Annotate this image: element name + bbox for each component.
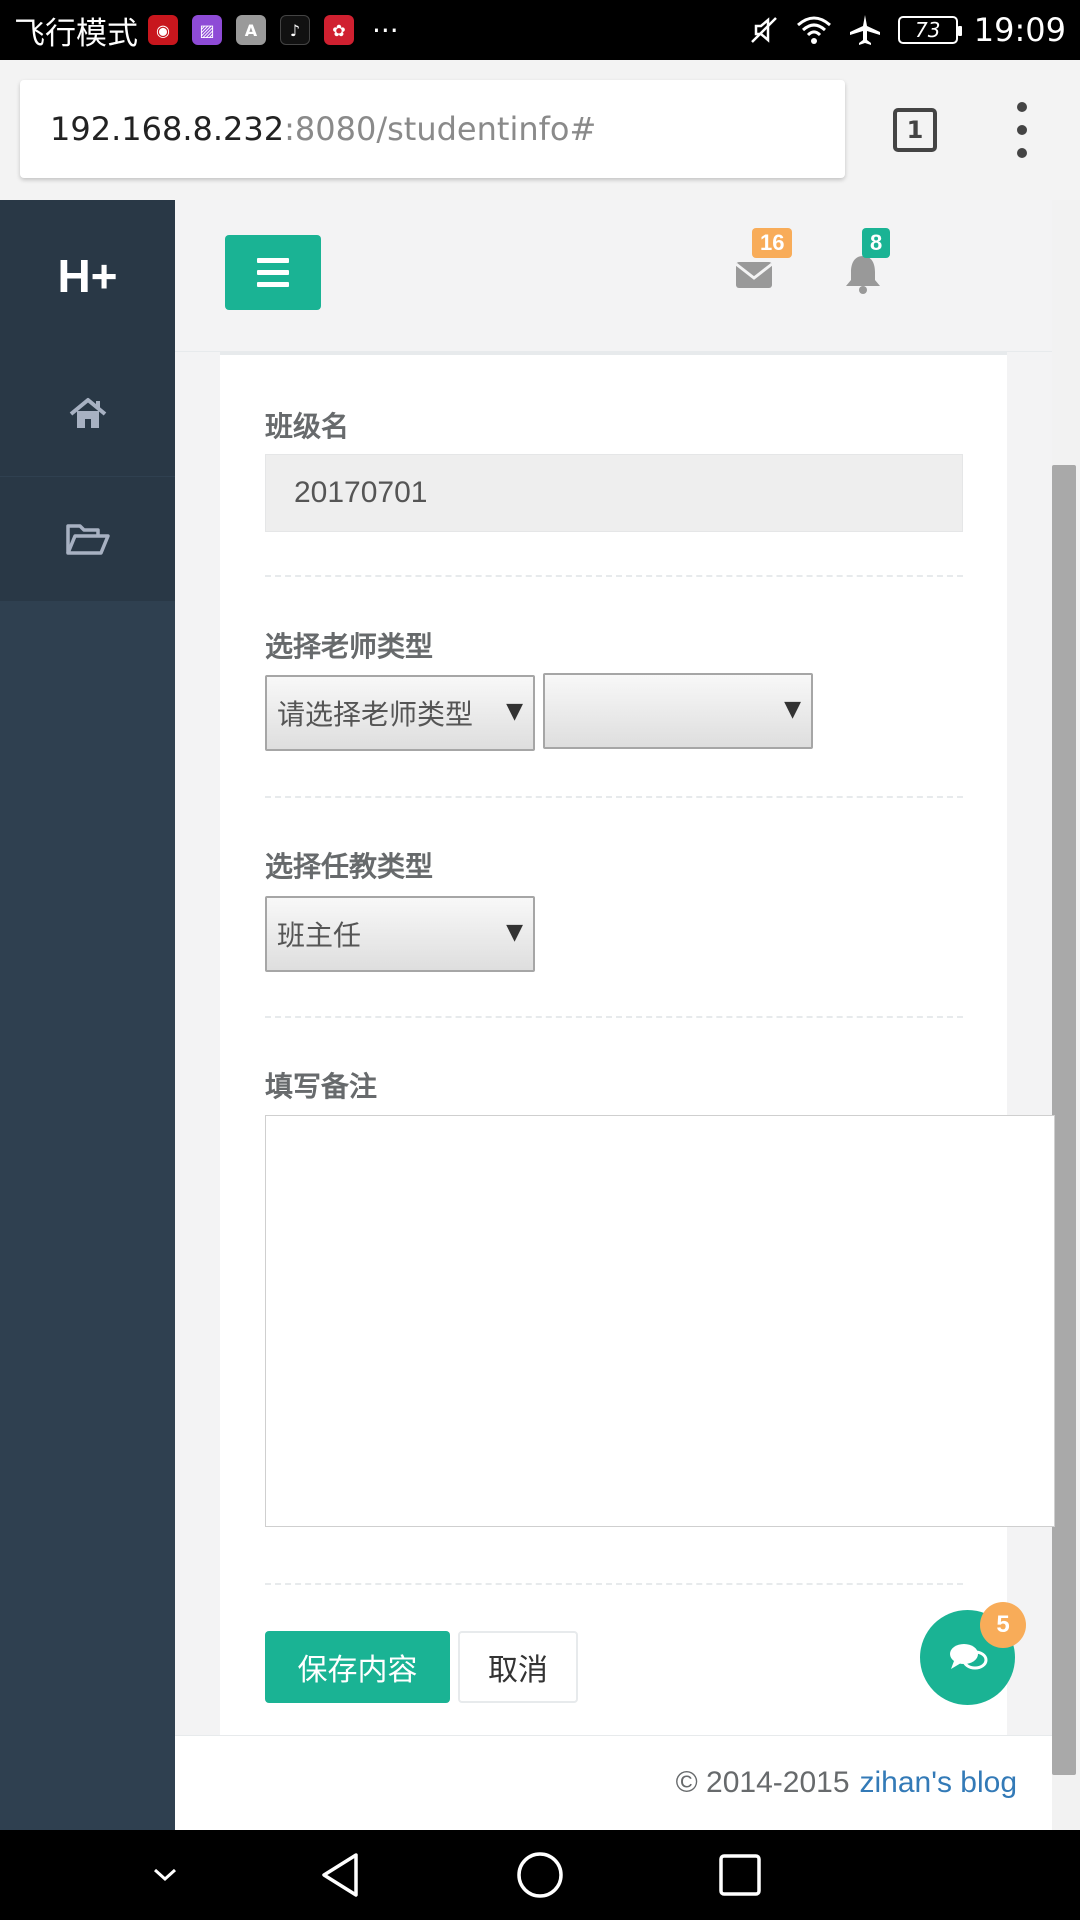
teaching-type-selected: 班主任 [277,919,362,952]
url-host: 192.168.8.232 [50,110,285,148]
teacher-type-label: 选择老师类型 [265,630,434,663]
blog-link[interactable]: zihan's blog [860,1766,1018,1800]
messages-badge: 16 [752,228,793,258]
gallery-icon: ▨ [192,15,222,45]
form-divider [265,1583,963,1585]
sidebar-item-home[interactable] [0,352,175,477]
folder-open-icon [65,524,110,555]
sidebar-item-folder[interactable] [0,477,175,602]
wifi-icon [796,16,831,44]
teacher-type-select[interactable]: 请选择老师类型 ▼ [265,675,535,751]
class-name-input[interactable]: 20170701 [265,454,963,532]
copyright-text: © 2014-2015 [675,1766,850,1799]
form-divider [265,1016,963,1018]
address-bar[interactable]: 192.168.8.232:8080/studentinfo# [20,80,845,178]
recents-square-icon [719,1854,761,1896]
clock: 19:09 [973,11,1066,49]
battery-level: 73 [915,18,941,42]
notification-icons: ◉ ▨ A ♪ ✿ ··· [148,14,399,47]
home-button[interactable] [515,1830,565,1920]
airplane-mode-text: 飞行模式 [14,15,138,52]
remark-textarea[interactable] [265,1115,1055,1527]
system-navigation-bar [0,1830,1080,1920]
dropdown-arrow-icon: ▼ [506,699,523,724]
menu-toggle-button[interactable] [225,235,321,310]
font-icon: A [236,15,266,45]
hide-keyboard-button[interactable] [145,1830,185,1920]
hamburger-icon [257,258,289,263]
home-icon [69,398,106,428]
page-scrollbar[interactable] [1052,465,1076,1775]
back-button[interactable] [315,1830,365,1920]
cancel-button[interactable]: 取消 [458,1631,578,1703]
tab-switcher-button[interactable]: 1 [893,108,937,152]
teaching-type-select[interactable]: 班主任 ▼ [265,896,535,972]
save-button[interactable]: 保存内容 [265,1631,450,1703]
teaching-type-label: 选择任教类型 [265,850,434,883]
teacher-type-selected: 请选择老师类型 [277,698,474,731]
footer: © 2014-2015 zihan's blog [175,1735,1052,1830]
status-bar: 飞行模式 ◉ ▨ A ♪ ✿ ··· 73 19:09 [0,0,1080,60]
more-notifications-icon: ··· [372,13,399,47]
top-navbar: 16 8 [175,200,1065,352]
notifications-badge: 8 [862,228,891,258]
huawei-icon: ✿ [324,15,354,45]
class-name-value: 20170701 [294,476,428,509]
form-card: 班级名 20170701 选择老师类型 请选择老师类型 ▼ ▼ 选择任教类型 班… [220,352,1055,1735]
airplane-icon [849,15,880,45]
form-divider [265,575,963,577]
teacher-select[interactable]: ▼ [543,673,813,749]
recents-button[interactable] [715,1830,765,1920]
form-divider [265,796,963,798]
chevron-down-icon [153,1868,177,1882]
browser-toolbar: 192.168.8.232:8080/studentinfo# 1 [0,60,1080,200]
dropdown-arrow-icon: ▼ [506,920,523,945]
back-triangle-icon [322,1853,358,1897]
tiktok-icon: ♪ [280,15,310,45]
tab-count: 1 [906,116,924,144]
mute-icon [750,17,777,43]
class-name-label: 班级名 [265,410,350,443]
sidebar: H+ [0,200,175,1830]
chat-icon [949,1643,987,1669]
home-circle-icon [517,1852,563,1898]
chat-badge: 5 [980,1602,1026,1648]
remark-label: 填写备注 [265,1070,378,1103]
dropdown-arrow-icon: ▼ [784,697,801,722]
brand-logo[interactable]: H+ [0,200,175,352]
url-path: :8080/studentinfo# [284,110,597,148]
browser-menu-icon[interactable] [1010,102,1034,158]
netease-music-icon: ◉ [148,15,178,45]
battery-indicator: 73 [897,16,962,44]
